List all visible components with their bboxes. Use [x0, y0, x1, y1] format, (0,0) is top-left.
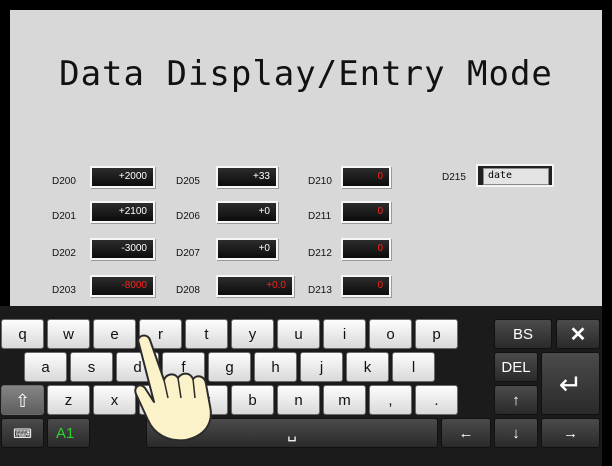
key-y[interactable]: y — [231, 319, 274, 349]
key-a[interactable]: a — [24, 352, 67, 382]
field-d215[interactable]: date — [476, 164, 554, 187]
key-w[interactable]: w — [47, 319, 90, 349]
label-d203: D203 — [52, 285, 76, 296]
key-s[interactable]: s — [70, 352, 113, 382]
delete-key[interactable]: DEL — [494, 352, 538, 382]
field-d210[interactable]: 0 — [341, 166, 391, 188]
page-title: Data Display/Entry Mode — [59, 54, 553, 94]
arrow-down-icon[interactable]: ↓ — [494, 418, 538, 448]
pointing-hand-icon — [134, 334, 212, 442]
label-d205: D205 — [176, 176, 200, 187]
key-l[interactable]: l — [392, 352, 435, 382]
onscreen-keyboard: q w e r t y u i o p BS ✕ a s d f g h j k… — [0, 306, 602, 466]
field-d200[interactable]: +2000 — [90, 166, 155, 188]
key-h[interactable]: h — [254, 352, 297, 382]
field-d211[interactable]: 0 — [341, 201, 391, 223]
label-d207: D207 — [176, 248, 200, 259]
key-b[interactable]: b — [231, 385, 274, 415]
keyboard-icon[interactable]: ⌨ — [1, 418, 44, 448]
key-comma[interactable]: , — [369, 385, 412, 415]
backspace-key[interactable]: BS — [494, 319, 552, 349]
shift-icon[interactable]: ⇧ — [1, 385, 44, 415]
key-i[interactable]: i — [323, 319, 366, 349]
label-d208: D208 — [176, 285, 200, 296]
field-d213[interactable]: 0 — [341, 275, 391, 297]
label-d206: D206 — [176, 211, 200, 222]
key-g[interactable]: g — [208, 352, 251, 382]
label-d210: D210 — [308, 176, 332, 187]
label-d212: D212 — [308, 248, 332, 259]
field-d207[interactable]: +0 — [216, 238, 278, 260]
field-d208[interactable]: +0.0 — [216, 275, 294, 297]
label-d215: D215 — [442, 172, 466, 183]
field-d212[interactable]: 0 — [341, 238, 391, 260]
field-d215-text: date — [483, 168, 549, 185]
close-keyboard-icon[interactable]: ✕ — [556, 319, 600, 349]
field-d202[interactable]: -3000 — [90, 238, 155, 260]
key-p[interactable]: p — [415, 319, 458, 349]
arrow-up-icon[interactable]: ↑ — [494, 385, 538, 415]
key-n[interactable]: n — [277, 385, 320, 415]
field-d203[interactable]: -8000 — [90, 275, 155, 297]
label-d200: D200 — [52, 176, 76, 187]
key-period[interactable]: . — [415, 385, 458, 415]
enter-icon[interactable]: ↵ — [541, 352, 600, 415]
label-d201: D201 — [52, 211, 76, 222]
key-k[interactable]: k — [346, 352, 389, 382]
key-z[interactable]: z — [47, 385, 90, 415]
arrow-left-icon[interactable]: ← — [441, 418, 491, 448]
field-d206[interactable]: +0 — [216, 201, 278, 223]
label-d213: D213 — [308, 285, 332, 296]
key-u[interactable]: u — [277, 319, 320, 349]
label-d202: D202 — [52, 248, 76, 259]
input-mode-key[interactable]: A1 — [47, 418, 90, 448]
key-o[interactable]: o — [369, 319, 412, 349]
arrow-right-icon[interactable]: → — [541, 418, 600, 448]
key-q[interactable]: q — [1, 319, 44, 349]
key-m[interactable]: m — [323, 385, 366, 415]
label-d211: D211 — [308, 211, 332, 222]
key-j[interactable]: j — [300, 352, 343, 382]
field-d201[interactable]: +2100 — [90, 201, 155, 223]
field-d205[interactable]: +33 — [216, 166, 278, 188]
